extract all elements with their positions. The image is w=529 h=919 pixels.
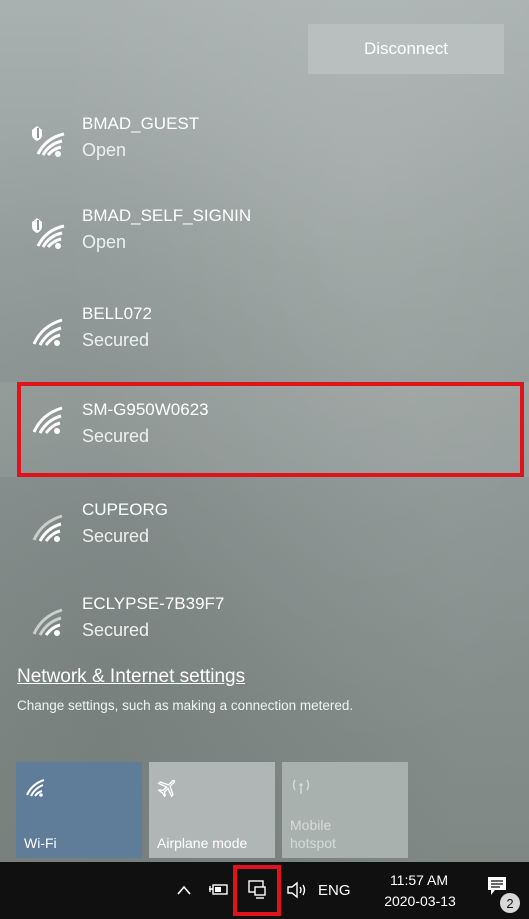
wifi-shield-icon (32, 218, 65, 249)
network-settings-link[interactable]: Network & Internet settings (17, 666, 245, 688)
airplane-icon (157, 779, 176, 798)
wifi-toggle-tile[interactable]: Wi-Fi (16, 762, 142, 858)
network-flyout: Disconnect BMAD_GUEST Open BMAD_SELF_SIG… (0, 0, 529, 862)
network-status: Secured (82, 526, 150, 546)
chevron-up-icon[interactable] (176, 884, 192, 896)
network-settings-description: Change settings, such as making a connec… (17, 698, 354, 713)
network-status: Secured (82, 330, 150, 350)
network-item-bmad-self-signin[interactable]: BMAD_SELF_SIGNIN Open (0, 192, 529, 300)
tile-label: Wi-Fi (24, 835, 57, 851)
wifi-icon (26, 779, 45, 797)
tile-label: Mobile hotspot (290, 817, 336, 851)
language-indicator[interactable]: ENG (318, 882, 351, 899)
battery-plug-icon[interactable] (207, 880, 229, 898)
clock-date[interactable]: 2020-03-13 (370, 893, 470, 909)
tile-label: Airplane mode (157, 835, 248, 851)
notification-count-badge: 2 (500, 893, 520, 913)
wifi-icon (32, 318, 63, 346)
volume-icon[interactable] (286, 880, 310, 900)
wifi-weak-icon (32, 608, 63, 636)
taskbar: ENG 11:57 AM 2020-03-13 2 (0, 862, 529, 919)
network-status: Secured (82, 620, 150, 640)
network-status: Open (82, 140, 127, 160)
network-status: Open (82, 232, 127, 252)
mobile-hotspot-tile[interactable]: Mobile hotspot (282, 762, 408, 858)
clock-time[interactable]: 11:57 AM (384, 872, 454, 888)
network-name: BELL072 (82, 304, 152, 323)
highlight-box (17, 382, 524, 477)
wifi-weak-icon (32, 514, 63, 542)
wifi-shield-icon (32, 126, 65, 157)
network-item-cupeorg[interactable]: CUPEORG Secured (0, 486, 529, 594)
network-name: BMAD_GUEST (82, 114, 200, 133)
network-name: BMAD_SELF_SIGNIN (82, 206, 252, 225)
disconnect-button[interactable]: Disconnect (308, 24, 504, 74)
network-name: ECLYPSE-7B39F7 (82, 594, 225, 613)
network-wired-icon[interactable] (246, 879, 268, 901)
network-name: CUPEORG (82, 500, 168, 519)
airplane-mode-tile[interactable]: Airplane mode (149, 762, 275, 858)
hotspot-icon (292, 779, 310, 794)
